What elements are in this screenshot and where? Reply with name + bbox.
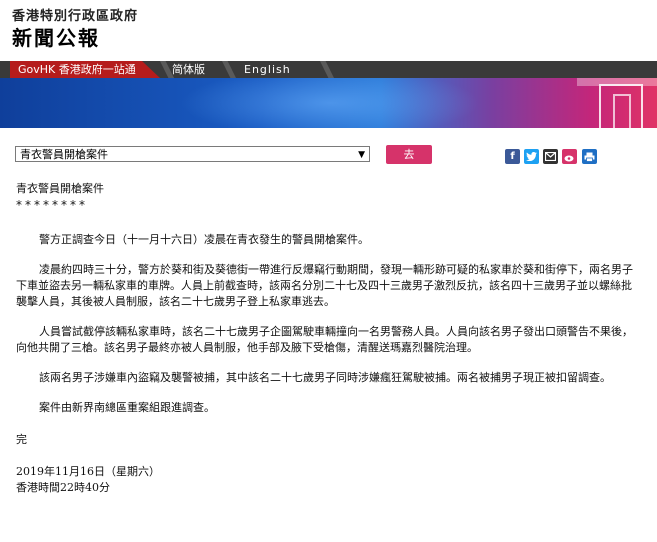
dropdown-arrow-icon: ▼ xyxy=(358,150,365,160)
article-paragraph: 該兩名男子涉嫌車內盜竊及襲警被捕，其中該名二十七歲男子同時涉嫌瘋狂駕駛被捕。兩名… xyxy=(39,371,611,384)
press-release-select[interactable]: 青衣警員開槍案件 ▼ xyxy=(15,146,370,162)
facebook-icon[interactable]: f xyxy=(505,149,520,164)
nav-separator xyxy=(222,61,236,78)
weibo-icon[interactable] xyxy=(562,149,577,164)
go-button[interactable]: 去 xyxy=(386,145,432,164)
article-paragraph: 警方正調查今日（十一月十六日）凌晨在青衣發生的警員開槍案件。 xyxy=(39,233,369,246)
article-title: 青衣警員開槍案件 xyxy=(16,182,104,195)
header-banner xyxy=(0,78,657,128)
building-graphic xyxy=(613,94,631,128)
banner-glow xyxy=(180,78,480,128)
twitter-icon[interactable] xyxy=(524,149,539,164)
article-date: 2019年11月16日（星期六） xyxy=(16,465,160,478)
english-link[interactable]: English xyxy=(244,61,291,78)
article-time: 香港時間22時40分 xyxy=(16,481,110,494)
article-paragraph: 凌晨約四時三十分，警方於葵和街及葵德街一帶進行反爆竊行動期間，發現一輛形跡可疑的… xyxy=(16,263,633,308)
nav-bar: GovHK 香港政府一站通 简体版 English xyxy=(0,61,657,78)
simplified-chinese-link[interactable]: 简体版 xyxy=(172,61,205,78)
article-separator: ******** xyxy=(16,198,88,212)
page-title: 新聞公報 xyxy=(12,26,100,50)
article-end-mark: 完 xyxy=(16,433,27,446)
govhk-link[interactable]: GovHK 香港政府一站通 xyxy=(10,61,160,78)
press-release-article: 青衣警員開槍案件 ******** 警方正調查今日（十一月十六日）凌晨在青衣發生… xyxy=(16,181,641,496)
article-paragraph: 人員嘗試截停該輛私家車時，該名二十七歲男子企圖駕駛車輛撞向一名男警務人員。人員向… xyxy=(16,325,633,354)
print-icon[interactable] xyxy=(582,149,597,164)
article-paragraph: 案件由新界南總區重案組跟進調查。 xyxy=(39,401,215,414)
email-icon[interactable] xyxy=(543,149,558,164)
nav-separator xyxy=(320,61,334,78)
select-value: 青衣警員開槍案件 xyxy=(20,148,108,161)
